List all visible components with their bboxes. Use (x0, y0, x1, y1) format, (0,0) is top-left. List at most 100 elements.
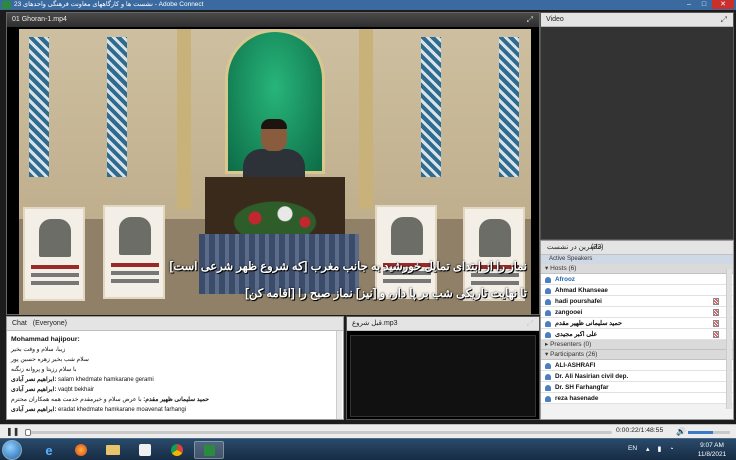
user-icon (545, 288, 551, 294)
user-icon (545, 385, 551, 391)
chat-text: زیبا، سلام و وقت بخیر (11, 347, 66, 353)
window-title: 23 نشست ها و کارگاههای معاونت فرهنگی واح… (14, 1, 204, 8)
user-icon (545, 299, 551, 305)
attendee-row[interactable]: حمید سلیمانی ظهیر مقدم (541, 318, 733, 329)
clock-time: 9:07 AM (700, 442, 724, 449)
user-icon (545, 374, 551, 380)
presenters-section-toggle[interactable]: ▸ Presenters (0) (541, 340, 733, 350)
attendee-name: Afrooz (555, 276, 575, 283)
attendee-name: hadi pourshafei (555, 298, 602, 305)
audio-pod: قبل شروع.mp3 ⤢ (346, 316, 540, 420)
minimize-button[interactable]: – (682, 0, 696, 9)
chat-sender: ابراهیم نصر آبادی: (11, 377, 57, 383)
user-icon (545, 310, 551, 316)
mic-muted-icon (713, 331, 719, 338)
attendees-header: (32) حاضرین در نشست (541, 241, 733, 255)
volume-icon[interactable]: 🔊 (676, 427, 686, 436)
user-icon (545, 332, 551, 338)
user-icon (545, 363, 551, 369)
chat-message: ابراهیم نصر آبادی: eradat khedmate hamka… (11, 405, 339, 415)
volume-slider[interactable] (688, 431, 730, 434)
chat-sender: ابراهیم نصر آبادی: (11, 407, 57, 413)
audio-player-area[interactable] (350, 335, 536, 417)
ie-icon[interactable]: e (34, 441, 64, 459)
media-player-icon[interactable] (130, 441, 160, 459)
camera-video-title: Video (546, 16, 564, 23)
active-speakers-bar: Active Speakers (541, 255, 733, 264)
fullscreen-icon[interactable]: ⤢ (527, 317, 533, 331)
attendee-name: Ahmad Khanseae (555, 287, 608, 294)
user-icon (545, 277, 551, 283)
user-icon (545, 321, 551, 327)
attendee-row[interactable]: hadi pourshafei (541, 296, 733, 307)
attendee-row[interactable]: Dr. Ali Nasirian civil dep. (541, 371, 733, 382)
attendee-name: ALI-ASHRAFI (555, 362, 596, 369)
playback-time: 0:00:22/1:48:55 (616, 427, 664, 434)
maximize-button[interactable]: □ (697, 0, 711, 9)
attendee-row[interactable]: Afrooz (541, 274, 733, 285)
chrome-icon[interactable] (162, 441, 192, 459)
pause-button[interactable]: ❚❚ (6, 427, 19, 436)
attendee-row[interactable]: Ahmad Khanseae (541, 285, 733, 296)
attendee-row[interactable]: Dr. SH Farhangfar (541, 382, 733, 393)
language-indicator[interactable]: EN (628, 445, 637, 452)
hosts-section-toggle[interactable]: ▾ Hosts (6) (541, 264, 733, 274)
attendees-title: حاضرین در نشست (547, 244, 603, 251)
chat-message: Mohammad hajipour: (11, 335, 339, 345)
chat-message: زیبا، سلام و وقت بخیر (11, 345, 339, 355)
column (359, 29, 373, 209)
audio-pod-title: قبل شروع.mp3 (352, 320, 398, 327)
chat-pod: Chat (Everyone) Mohammad hajipour: زیبا،… (6, 316, 344, 420)
chat-scrollbar[interactable] (336, 331, 342, 419)
video-pod-header: 01 Ghoran-1.mp4 ⤢ (7, 13, 539, 27)
column (177, 29, 191, 209)
windows-taskbar: e EN ▴ ▮ ◔ 9:07 AM 11/8/2021 (0, 438, 736, 460)
tile-panel (499, 37, 519, 177)
subtitle-line-1: نماز را از ابتدای تمایل خورشید به جانب م… (169, 261, 527, 273)
window-title-bar: 23 نشست ها و کارگاههای معاونت فرهنگی واح… (0, 0, 736, 10)
attendee-name: حمید سلیمانی ظهیر مقدم (555, 320, 622, 327)
tile-panel (107, 37, 127, 177)
explorer-icon[interactable] (98, 441, 128, 459)
tile-panel (421, 37, 441, 177)
system-tray-icons[interactable]: ▴ ▮ ◔ (646, 445, 676, 453)
clock-date: 11/8/2021 (697, 451, 727, 458)
chat-text: eradat khedmate hamkarane moavenat farha… (58, 407, 187, 413)
attendee-row[interactable]: reza hasenade (541, 393, 733, 404)
attendee-name: reza hasenade (555, 395, 599, 402)
participants-section-toggle[interactable]: ▾ Participants (26) (541, 350, 733, 360)
participants-label: Participants (26) (550, 351, 598, 358)
martyr-poster (103, 205, 165, 299)
chat-message: با سلام رزیتا و پروانه زنگنه (11, 365, 339, 375)
chat-text: vaqbt bekhair (58, 387, 95, 393)
chat-sender: ابراهیم نصر آبادی: (11, 387, 57, 393)
start-button[interactable] (2, 440, 22, 460)
attendees-scrollbar[interactable] (726, 269, 732, 409)
window-controls: – □ ✕ (682, 0, 734, 9)
fullscreen-icon[interactable]: ⤢ (721, 13, 727, 27)
clock[interactable]: 9:07 AM 11/8/2021 (692, 441, 732, 459)
chat-text: با عرض سلام و خیرمقدم خدمت همه همکاران م… (11, 397, 142, 403)
seek-bar[interactable] (24, 429, 612, 436)
chat-message: حمید سلیمانی ظهیر مقدم: با عرض سلام و خی… (11, 395, 339, 405)
close-button[interactable]: ✕ (712, 0, 734, 9)
chat-scope: (Everyone) (32, 320, 67, 327)
camera-video-header: Video ⤢ (541, 13, 733, 27)
attendee-name: علی اکبر مجیدی (555, 331, 598, 338)
video-pod-title: 01 Ghoran-1.mp4 (12, 16, 67, 23)
mic-muted-icon (713, 309, 719, 316)
attendee-row[interactable]: zangooei (541, 307, 733, 318)
attendee-row[interactable]: ALI-ASHRAFI (541, 360, 733, 371)
fullscreen-icon[interactable]: ⤢ (527, 13, 533, 27)
seek-handle[interactable] (24, 429, 31, 436)
chat-header: Chat (Everyone) (7, 317, 343, 331)
chat-text: salam khedmate hamkarane gerami (58, 377, 154, 383)
adobe-connect-icon[interactable] (194, 441, 224, 459)
video-frame[interactable]: نماز را از ابتدای تمایل خورشید به جانب م… (19, 29, 531, 315)
attendee-row[interactable]: علی اکبر مجیدی (541, 329, 733, 340)
chat-message: ابراهیم نصر آبادی: salam khedmate hamkar… (11, 375, 339, 385)
volume-level (688, 431, 714, 434)
hosts-label: Hosts (6) (550, 265, 577, 272)
attendee-name: Dr. Ali Nasirian civil dep. (555, 373, 629, 380)
firefox-icon[interactable] (66, 441, 96, 459)
